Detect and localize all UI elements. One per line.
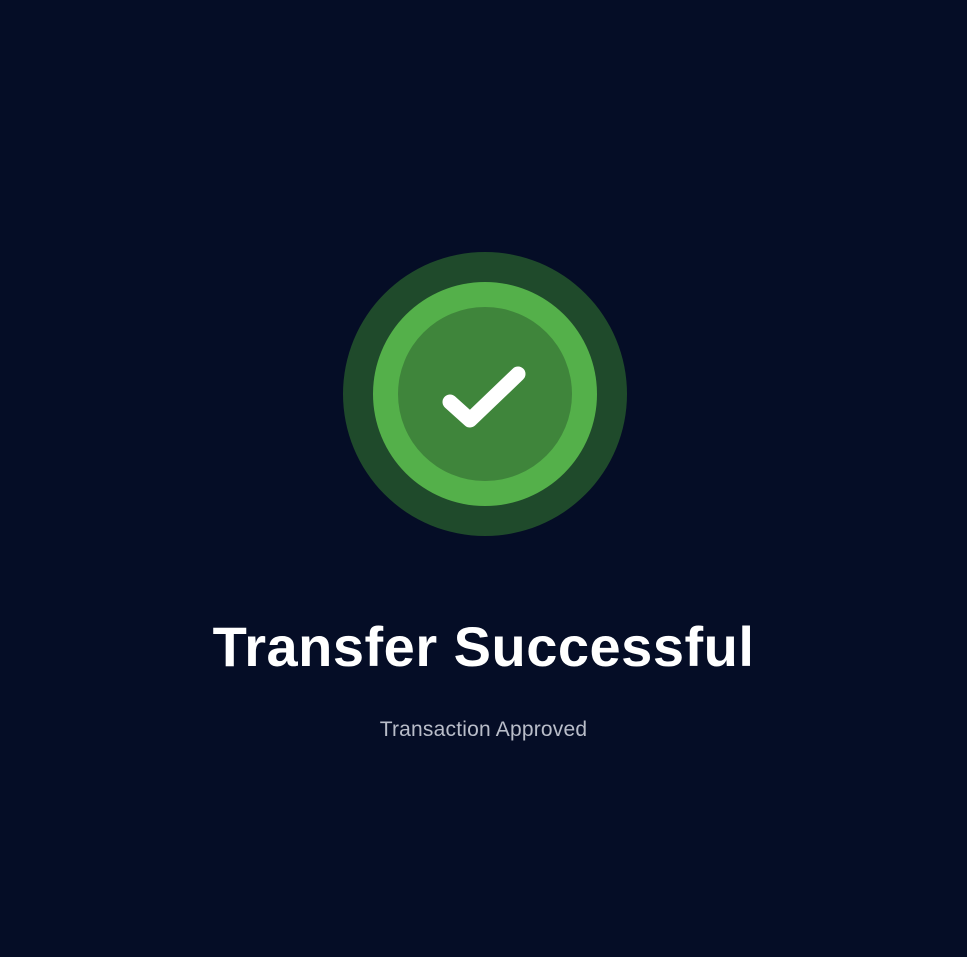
checkmark-icon [442, 366, 526, 428]
success-badge-ring [373, 282, 597, 506]
success-badge [343, 252, 627, 536]
transfer-success-screen: Transfer Successful Transaction Approved [0, 0, 967, 957]
success-title: Transfer Successful [212, 615, 755, 678]
success-badge-core [398, 307, 572, 481]
success-subtitle: Transaction Approved [379, 718, 588, 741]
